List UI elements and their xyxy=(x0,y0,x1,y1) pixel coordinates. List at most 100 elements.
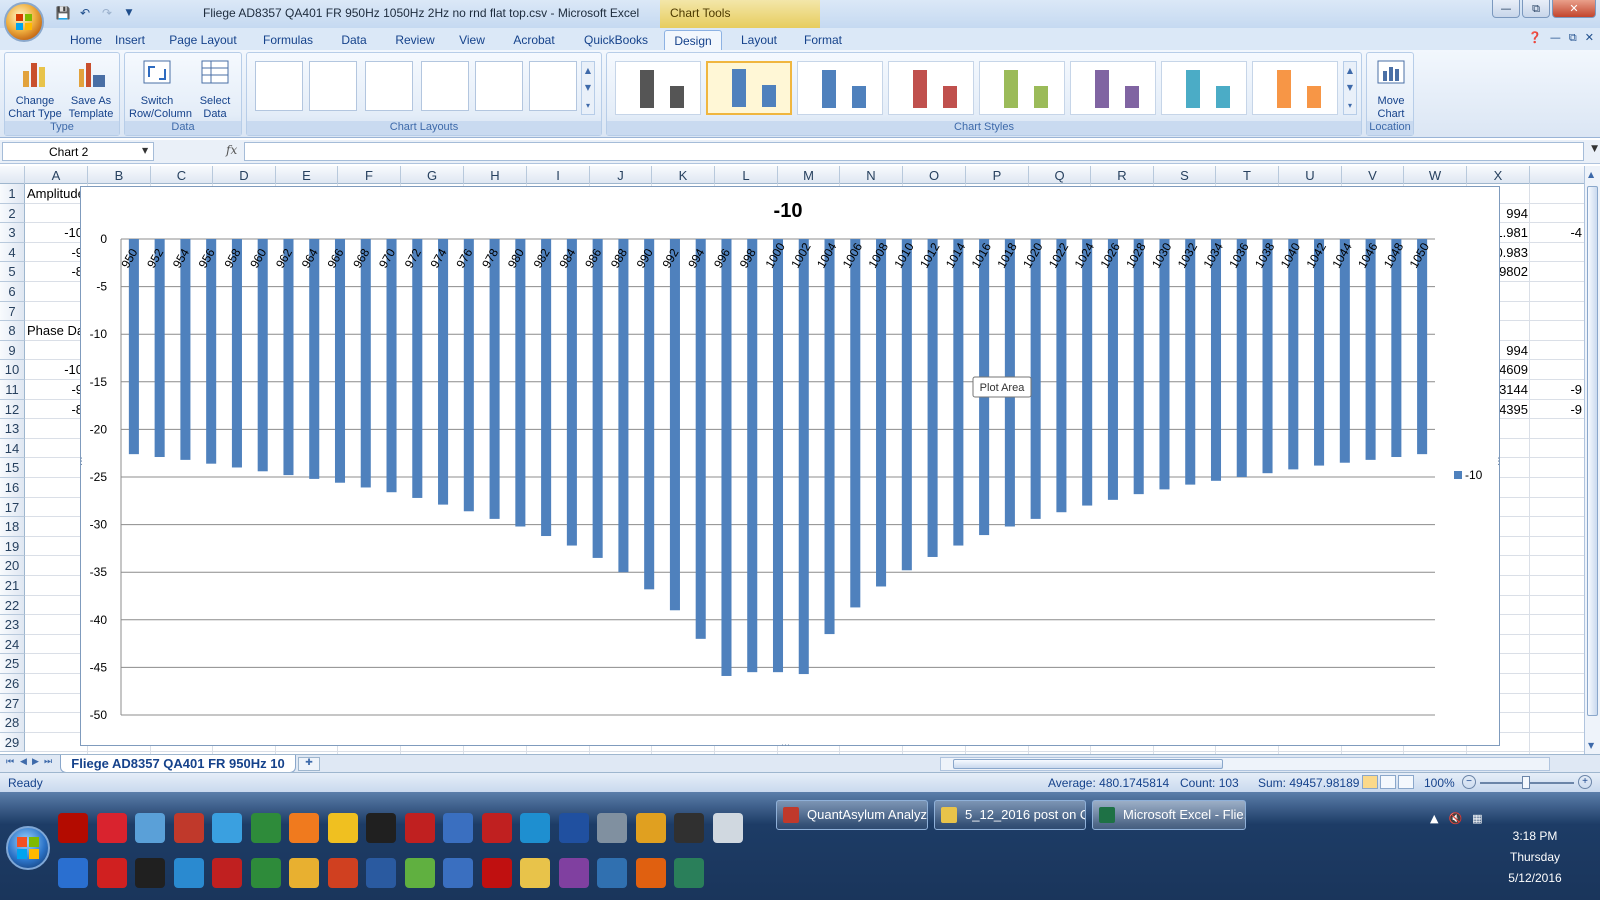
sheet-tab-active[interactable]: Fliege AD8357 QA401 FR 950Hz 10 xyxy=(60,755,296,773)
insert-sheet-icon[interactable]: ✚ xyxy=(298,757,320,771)
column-header-l[interactable]: L xyxy=(715,166,778,184)
chart-style-8[interactable] xyxy=(1252,61,1338,115)
games-icon[interactable] xyxy=(404,858,435,888)
row-header-18[interactable]: 18 xyxy=(0,517,25,537)
zoom-out-button[interactable]: − xyxy=(1462,775,1476,789)
chart-style-1[interactable] xyxy=(615,61,701,115)
tab-data[interactable]: Data xyxy=(334,30,374,50)
column-header-t[interactable]: T xyxy=(1216,166,1279,184)
column-header-k[interactable]: K xyxy=(652,166,715,184)
cell-a3[interactable]: -10 xyxy=(27,225,83,240)
row-header-26[interactable]: 26 xyxy=(0,674,25,694)
save-icon[interactable]: 💾 xyxy=(54,4,72,22)
chart-styles-gallery-scroll[interactable]: ▲ ▼ ▾ xyxy=(1343,61,1357,115)
column-header-f[interactable]: F xyxy=(338,166,401,184)
office-button[interactable] xyxy=(4,2,44,42)
start-button[interactable] xyxy=(6,826,50,870)
chart-resize-handle-bottom[interactable]: ⋯ xyxy=(781,741,790,751)
gallery-more-icon[interactable]: ▾ xyxy=(586,101,590,110)
calculator-icon[interactable] xyxy=(712,813,743,843)
row-header-24[interactable]: 24 xyxy=(0,634,25,655)
tab-design[interactable]: Design xyxy=(664,30,722,50)
record-icon[interactable] xyxy=(481,858,512,888)
column-header-v[interactable]: V xyxy=(1342,166,1404,184)
row-header-23[interactable]: 23 xyxy=(0,615,25,635)
volume-muted-icon[interactable]: 🔇 xyxy=(1448,812,1462,825)
task-excel[interactable]: Microsoft Excel - Flie... xyxy=(1092,800,1246,830)
tab-view[interactable]: View xyxy=(454,30,490,50)
chart-style-5[interactable] xyxy=(979,61,1065,115)
row-header-6[interactable]: 6 xyxy=(0,282,25,302)
firefox-like-icon[interactable] xyxy=(289,813,319,843)
scanner-icon[interactable] xyxy=(674,858,704,888)
network-app-icon[interactable] xyxy=(135,813,165,843)
outlook-icon[interactable] xyxy=(289,858,319,888)
row-header-29[interactable]: 29 xyxy=(0,732,25,753)
chart-style-6[interactable] xyxy=(1070,61,1156,115)
clock[interactable]: 3:18 PM Thursday 5/12/2016 xyxy=(1480,826,1590,889)
row-header-12[interactable]: 12 xyxy=(0,399,25,420)
row-header-20[interactable]: 20 xyxy=(0,556,25,576)
kodi-like-icon[interactable] xyxy=(520,813,550,843)
cell-a5[interactable]: -8 xyxy=(27,264,83,279)
column-header-g[interactable]: G xyxy=(401,166,464,184)
network-icon[interactable]: ▦ xyxy=(1472,812,1482,825)
insert-function-icon[interactable]: fx xyxy=(226,143,237,157)
fc-app-icon[interactable] xyxy=(558,813,589,843)
row-header-28[interactable]: 28 xyxy=(0,713,25,733)
close-icon[interactable]: ✕ xyxy=(1552,0,1596,18)
cell-y12[interactable]: -9 xyxy=(1532,402,1582,417)
embedded-chart[interactable]: -10 0 -5 -10 -15 -20 -25 -30 -35 -40 -45 -50 950 952 9… xyxy=(77,186,1503,751)
chart-resize-handle-left[interactable]: ⋮ xyxy=(77,457,86,467)
task-folder[interactable]: 5_12_2016 post on Q... xyxy=(934,800,1086,830)
column-header-d[interactable]: D xyxy=(213,166,276,184)
row-header-10[interactable]: 10 xyxy=(0,360,25,380)
word-icon[interactable] xyxy=(366,858,396,888)
chart-resize-handle-right[interactable]: ⋮ xyxy=(1494,457,1503,467)
row-header-14[interactable]: 14 xyxy=(0,438,25,459)
chart-style-7[interactable] xyxy=(1161,61,1247,115)
next-sheet-icon[interactable]: ▶ xyxy=(32,757,39,767)
move-chart-button[interactable]: Move Chart xyxy=(1363,57,1419,121)
restore-workbook-icon[interactable]: ⧉ xyxy=(1569,31,1577,45)
excel-pin-icon[interactable] xyxy=(250,813,281,843)
explorer-icon[interactable] xyxy=(520,858,550,888)
excel-app-pin-icon[interactable] xyxy=(250,858,281,888)
scroll-up-icon[interactable]: ▲ xyxy=(585,66,591,75)
row-header-2[interactable]: 2 xyxy=(0,203,25,224)
column-header-n[interactable]: N xyxy=(840,166,903,184)
minimize-workbook-icon[interactable]: — xyxy=(1550,31,1561,45)
scroll-down-icon[interactable]: ▼ xyxy=(585,83,591,92)
tab-layout[interactable]: Layout xyxy=(734,30,784,50)
row-header-4[interactable]: 4 xyxy=(0,242,25,263)
task-quantasylum[interactable]: QuantAsylum Analyz... xyxy=(776,800,928,830)
vertical-scrollbar[interactable]: ▲ ▼ xyxy=(1584,166,1600,754)
column-header-m[interactable]: M xyxy=(778,166,840,184)
chart-layout-2[interactable] xyxy=(309,61,357,111)
row-header-1[interactable]: 1 xyxy=(0,184,25,204)
row-header-27[interactable]: 27 xyxy=(0,693,25,714)
chart-style-3[interactable] xyxy=(797,61,883,115)
column-header-r[interactable]: R xyxy=(1091,166,1154,184)
cell-a8[interactable]: Phase Da xyxy=(27,323,83,338)
cell-a4[interactable]: -9 xyxy=(27,245,83,260)
row-header-9[interactable]: 9 xyxy=(0,340,25,361)
scroll-down-icon[interactable]: ▼ xyxy=(1347,83,1353,92)
tab-page-layout[interactable]: Page Layout xyxy=(166,30,240,50)
row-header-8[interactable]: 8 xyxy=(0,321,25,341)
chart-layouts-gallery-scroll[interactable]: ▲ ▼ ▾ xyxy=(581,61,595,115)
column-header-b[interactable]: B xyxy=(88,166,151,184)
row-header-16[interactable]: 16 xyxy=(0,478,25,498)
row-header-17[interactable]: 17 xyxy=(0,497,25,518)
tab-format[interactable]: Format xyxy=(798,30,848,50)
tab-quickbooks[interactable]: QuickBooks xyxy=(578,30,654,50)
chart-layout-4[interactable] xyxy=(421,61,469,111)
scroll-down-icon[interactable]: ▼ xyxy=(1588,741,1594,750)
paint-icon[interactable] xyxy=(212,813,242,843)
horizontal-scrollbar[interactable] xyxy=(940,757,1550,771)
tab-acrobat[interactable]: Acrobat xyxy=(506,30,562,50)
vertical-scroll-thumb[interactable] xyxy=(1587,186,1598,716)
chart-style-2[interactable] xyxy=(706,61,792,115)
last-sheet-icon[interactable]: ⏭ xyxy=(44,757,52,767)
presentation-icon[interactable] xyxy=(327,858,358,888)
